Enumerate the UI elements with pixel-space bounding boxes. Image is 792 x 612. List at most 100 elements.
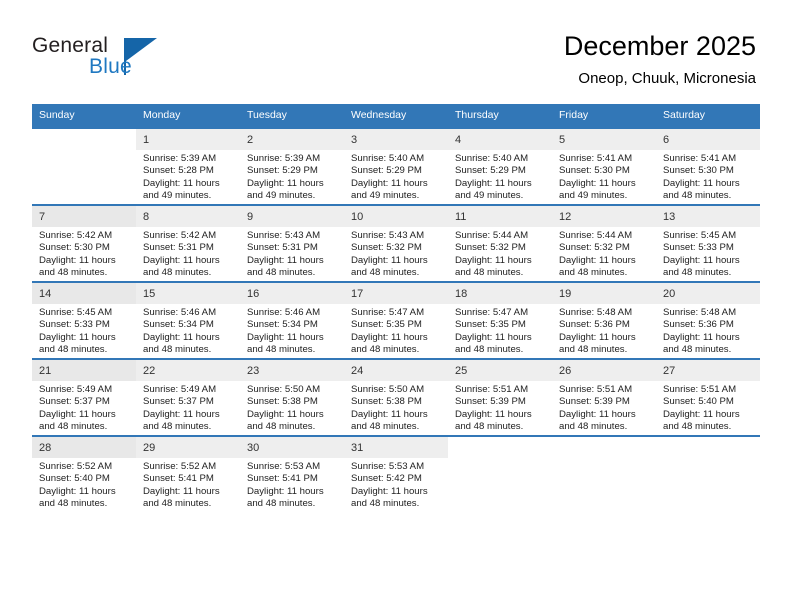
daylight-text: Daylight: 11 hours and 48 minutes. (143, 331, 220, 356)
day-details: Sunrise: 5:48 AM Sunset: 5:36 PM Daylight:… (656, 304, 760, 357)
calendar-day-cell[interactable]: 9 Sunrise: 5:43 AM Sunset: 5:31 PM Daylight… (240, 204, 344, 282)
calendar-day-cell[interactable]: 25 Sunrise: 5:51 AM Sunset: 5:39 PM Dayligh… (448, 358, 552, 436)
daylight-text: Daylight: 11 hours and 48 minutes. (143, 408, 220, 433)
sunset-text: Sunset: 5:41 PM (247, 473, 318, 485)
calendar-day-cell[interactable]: 13 Sunrise: 5:45 AM Sunset: 5:33 PM Dayligh… (656, 204, 760, 282)
day-details: Sunrise: 5:42 AM Sunset: 5:31 PM Daylight:… (136, 227, 240, 280)
calendar-day-cell[interactable]: 24 Sunrise: 5:50 AM Sunset: 5:38 PM Dayligh… (344, 358, 448, 436)
day-details: Sunrise: 5:39 AM Sunset: 5:29 PM Daylight:… (240, 150, 344, 203)
sunset-text: Sunset: 5:41 PM (143, 473, 214, 485)
sunrise-text: Sunrise: 5:41 AM (663, 153, 737, 164)
day-number: 5 (552, 129, 656, 150)
day-details: Sunrise: 5:41 AM Sunset: 5:30 PM Daylight:… (552, 150, 656, 203)
daylight-text: Daylight: 11 hours and 48 minutes. (559, 254, 636, 279)
daylight-text: Daylight: 11 hours and 48 minutes. (247, 485, 324, 510)
weekday-header-saturday: Saturday (656, 104, 760, 128)
calendar-week-row: 14 Sunrise: 5:45 AM Sunset: 5:33 PM Dayligh… (32, 281, 760, 359)
sunrise-text: Sunrise: 5:45 AM (39, 307, 113, 318)
daylight-text: Daylight: 11 hours and 48 minutes. (663, 254, 740, 279)
sunrise-text: Sunrise: 5:42 AM (39, 230, 113, 241)
page-header: General Blue December 2025 Oneop, Chuuk,… (0, 0, 792, 100)
daylight-text: Daylight: 11 hours and 48 minutes. (39, 254, 116, 279)
day-number: 28 (32, 437, 136, 458)
calendar-day-cell[interactable]: 12 Sunrise: 5:44 AM Sunset: 5:32 PM Dayligh… (552, 204, 656, 282)
calendar-day-cell[interactable]: 7 Sunrise: 5:42 AM Sunset: 5:30 PM Daylight… (32, 204, 136, 282)
calendar-empty-cell (656, 435, 760, 512)
calendar-day-cell[interactable]: 22 Sunrise: 5:49 AM Sunset: 5:37 PM Dayligh… (136, 358, 240, 436)
day-details: Sunrise: 5:53 AM Sunset: 5:42 PM Daylight:… (344, 458, 448, 511)
sunrise-text: Sunrise: 5:46 AM (247, 307, 321, 318)
weekday-header-friday: Friday (552, 104, 656, 128)
calendar-day-cell[interactable]: 23 Sunrise: 5:50 AM Sunset: 5:38 PM Dayligh… (240, 358, 344, 436)
calendar-day-cell[interactable]: 11 Sunrise: 5:44 AM Sunset: 5:32 PM Dayligh… (448, 204, 552, 282)
day-details: Sunrise: 5:40 AM Sunset: 5:29 PM Daylight:… (448, 150, 552, 203)
day-number: 15 (136, 283, 240, 304)
day-number: 7 (32, 206, 136, 227)
calendar-day-cell[interactable]: 4 Sunrise: 5:40 AM Sunset: 5:29 PM Daylight… (448, 127, 552, 205)
calendar-day-cell[interactable]: 6 Sunrise: 5:41 AM Sunset: 5:30 PM Daylight… (656, 127, 760, 205)
calendar-day-cell[interactable]: 1 Sunrise: 5:39 AM Sunset: 5:28 PM Daylight… (136, 127, 240, 205)
day-details: Sunrise: 5:50 AM Sunset: 5:38 PM Daylight:… (240, 381, 344, 434)
calendar-day-cell[interactable]: 8 Sunrise: 5:42 AM Sunset: 5:31 PM Daylight… (136, 204, 240, 282)
sunset-text: Sunset: 5:35 PM (455, 319, 526, 331)
calendar-day-cell[interactable]: 3 Sunrise: 5:40 AM Sunset: 5:29 PM Daylight… (344, 127, 448, 205)
calendar-day-cell[interactable]: 19 Sunrise: 5:48 AM Sunset: 5:36 PM Dayligh… (552, 281, 656, 359)
day-details: Sunrise: 5:45 AM Sunset: 5:33 PM Daylight:… (656, 227, 760, 280)
weekday-header-wednesday: Wednesday (344, 104, 448, 128)
calendar-day-cell[interactable]: 20 Sunrise: 5:48 AM Sunset: 5:36 PM Dayligh… (656, 281, 760, 359)
sunset-text: Sunset: 5:30 PM (663, 165, 734, 177)
calendar-body: 1 Sunrise: 5:39 AM Sunset: 5:28 PM Daylight… (32, 127, 760, 512)
day-number: 16 (240, 283, 344, 304)
brand-logo[interactable]: General Blue (32, 34, 232, 84)
daylight-text: Daylight: 11 hours and 49 minutes. (351, 177, 428, 202)
calendar-day-cell[interactable]: 18 Sunrise: 5:47 AM Sunset: 5:35 PM Dayligh… (448, 281, 552, 359)
sunrise-text: Sunrise: 5:40 AM (351, 153, 425, 164)
calendar-day-cell[interactable]: 5 Sunrise: 5:41 AM Sunset: 5:30 PM Daylight… (552, 127, 656, 205)
calendar-day-cell[interactable]: 10 Sunrise: 5:43 AM Sunset: 5:32 PM Dayligh… (344, 204, 448, 282)
calendar-day-cell[interactable]: 31 Sunrise: 5:53 AM Sunset: 5:42 PM Dayligh… (344, 435, 448, 512)
calendar-day-cell[interactable]: 21 Sunrise: 5:49 AM Sunset: 5:37 PM Dayligh… (32, 358, 136, 436)
calendar-day-cell[interactable]: 28 Sunrise: 5:52 AM Sunset: 5:40 PM Dayligh… (32, 435, 136, 512)
day-details: Sunrise: 5:44 AM Sunset: 5:32 PM Daylight:… (552, 227, 656, 280)
sunrise-text: Sunrise: 5:50 AM (351, 384, 425, 395)
sunset-text: Sunset: 5:37 PM (143, 396, 214, 408)
day-details: Sunrise: 5:47 AM Sunset: 5:35 PM Daylight:… (344, 304, 448, 357)
calendar-grid: Sunday Monday Tuesday Wednesday Thursday… (32, 104, 760, 512)
sunset-text: Sunset: 5:29 PM (351, 165, 422, 177)
day-number: 8 (136, 206, 240, 227)
title-block: December 2025 Oneop, Chuuk, Micronesia (564, 30, 756, 88)
day-number: 13 (656, 206, 760, 227)
day-details: Sunrise: 5:51 AM Sunset: 5:39 PM Daylight:… (448, 381, 552, 434)
daylight-text: Daylight: 11 hours and 48 minutes. (143, 254, 220, 279)
day-number: 2 (240, 129, 344, 150)
calendar-day-cell[interactable]: 15 Sunrise: 5:46 AM Sunset: 5:34 PM Dayligh… (136, 281, 240, 359)
calendar-day-cell[interactable]: 14 Sunrise: 5:45 AM Sunset: 5:33 PM Dayligh… (32, 281, 136, 359)
day-number: 19 (552, 283, 656, 304)
calendar-day-cell[interactable]: 17 Sunrise: 5:47 AM Sunset: 5:35 PM Dayligh… (344, 281, 448, 359)
sunrise-text: Sunrise: 5:53 AM (351, 461, 425, 472)
day-details: Sunrise: 5:46 AM Sunset: 5:34 PM Daylight:… (136, 304, 240, 357)
calendar-day-cell[interactable]: 30 Sunrise: 5:53 AM Sunset: 5:41 PM Dayligh… (240, 435, 344, 512)
calendar-day-cell[interactable]: 27 Sunrise: 5:51 AM Sunset: 5:40 PM Dayligh… (656, 358, 760, 436)
calendar-day-cell[interactable]: 2 Sunrise: 5:39 AM Sunset: 5:29 PM Daylight… (240, 127, 344, 205)
calendar-day-cell[interactable]: 29 Sunrise: 5:52 AM Sunset: 5:41 PM Dayligh… (136, 435, 240, 512)
calendar-day-cell[interactable]: 16 Sunrise: 5:46 AM Sunset: 5:34 PM Dayligh… (240, 281, 344, 359)
sunrise-text: Sunrise: 5:51 AM (559, 384, 633, 395)
daylight-text: Daylight: 11 hours and 48 minutes. (247, 408, 324, 433)
daylight-text: Daylight: 11 hours and 48 minutes. (663, 408, 740, 433)
calendar-day-cell[interactable]: 26 Sunrise: 5:51 AM Sunset: 5:39 PM Dayligh… (552, 358, 656, 436)
calendar-week-row: 7 Sunrise: 5:42 AM Sunset: 5:30 PM Daylight… (32, 204, 760, 282)
day-details: Sunrise: 5:45 AM Sunset: 5:33 PM Daylight:… (32, 304, 136, 357)
daylight-text: Daylight: 11 hours and 48 minutes. (351, 254, 428, 279)
sunset-text: Sunset: 5:29 PM (247, 165, 318, 177)
sunrise-text: Sunrise: 5:41 AM (559, 153, 633, 164)
sunrise-text: Sunrise: 5:48 AM (663, 307, 737, 318)
sunset-text: Sunset: 5:34 PM (143, 319, 214, 331)
day-details: Sunrise: 5:52 AM Sunset: 5:40 PM Daylight:… (32, 458, 136, 511)
day-number: 20 (656, 283, 760, 304)
sunset-text: Sunset: 5:36 PM (559, 319, 630, 331)
daylight-text: Daylight: 11 hours and 48 minutes. (351, 408, 428, 433)
day-details: Sunrise: 5:42 AM Sunset: 5:30 PM Daylight:… (32, 227, 136, 280)
sunset-text: Sunset: 5:28 PM (143, 165, 214, 177)
daylight-text: Daylight: 11 hours and 48 minutes. (559, 408, 636, 433)
